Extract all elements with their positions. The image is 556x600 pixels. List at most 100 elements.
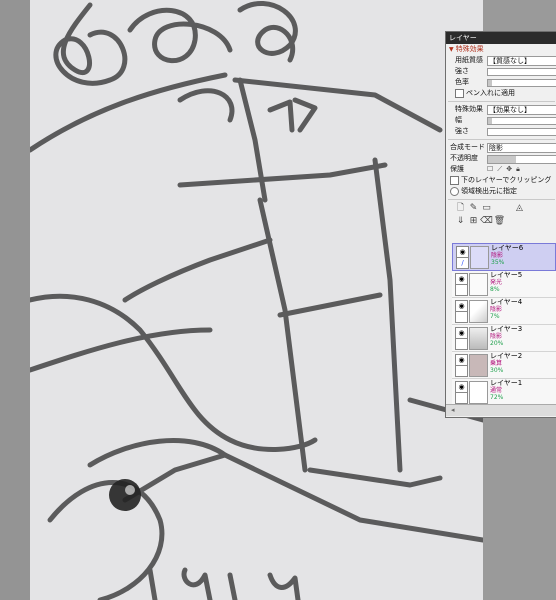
texture-strength-slider[interactable]	[487, 68, 556, 76]
layer-item[interactable]: ◉ レイヤー5 発光 8%	[452, 271, 556, 298]
layer-thumbnail	[469, 300, 488, 323]
clip-checkbox[interactable]	[450, 175, 459, 185]
source-radio[interactable]	[450, 186, 459, 196]
blend-mode-select[interactable]: 陰影	[487, 143, 556, 153]
effect-width-slider[interactable]	[487, 117, 556, 125]
source-option[interactable]: 領域検出元に指定	[450, 186, 517, 197]
effect-width-knob[interactable]	[488, 118, 492, 124]
layer-thumbnail	[469, 381, 488, 404]
paper-texture-row: 用紙質感 【質感なし】	[446, 55, 556, 66]
edit-slot-icon[interactable]	[455, 284, 468, 296]
pen-apply-label: ペン入れに適用	[466, 89, 515, 97]
texture-strength-row: 強さ	[446, 66, 556, 77]
effect-strength-slider[interactable]	[487, 128, 556, 136]
effect-strength-row: 強さ	[446, 126, 556, 137]
protect-row: 保護 ☐ ⟋ ✥ 🔒︎	[446, 164, 556, 175]
layer-item[interactable]: ◉ レイヤー2 乗算 30%	[452, 352, 556, 379]
opacity-slider[interactable]	[487, 155, 556, 164]
divider	[448, 101, 555, 102]
layer-opacity: 8%	[490, 286, 500, 293]
special-effects-title: 特殊効果	[455, 45, 484, 53]
layer-opacity: 72%	[490, 394, 504, 401]
edit-slot-icon[interactable]	[455, 365, 468, 377]
texture-strength-label: 強さ	[455, 67, 469, 75]
layer-item[interactable]: ◉ / レイヤー6 陰影 35%	[452, 243, 556, 271]
layer-name: レイヤー6	[491, 244, 524, 252]
protect-label: 保護	[450, 165, 464, 173]
new-folder-icon[interactable]: ▭	[480, 202, 493, 215]
effect-label: 特殊効果	[455, 105, 483, 113]
effect-row: 特殊効果 【効果なし】	[446, 104, 556, 115]
layer-mode: 陰影	[490, 306, 503, 313]
special-effects-header[interactable]: ▼ 特殊効果	[446, 44, 556, 55]
collapse-triangle-icon[interactable]: ▼	[449, 46, 454, 53]
sketch-artwork	[30, 1, 483, 600]
layer-thumbnail	[469, 354, 488, 377]
layer-mode: 発光	[490, 279, 503, 286]
edit-slot-icon[interactable]	[455, 338, 468, 350]
panel-title[interactable]: レイヤー	[446, 32, 556, 44]
clip-label: 下のレイヤーでクリッピング	[461, 176, 552, 184]
effect-strength-label: 強さ	[455, 127, 469, 135]
protect-move-icon[interactable]: ✥	[506, 164, 512, 175]
layer-item[interactable]: ◉ レイヤー3 陰影 20%	[452, 325, 556, 352]
pen-apply-row: ペン入れに適用	[446, 88, 556, 99]
color-rate-label: 色率	[455, 78, 469, 86]
pen-apply-checkbox[interactable]	[455, 88, 464, 98]
transfer-down-icon[interactable]: ⇓	[454, 215, 467, 228]
layer-opacity: 20%	[490, 340, 504, 347]
layer-opacity: 35%	[491, 259, 505, 266]
new-layer-icon[interactable]: 🗋︎	[454, 202, 467, 215]
protect-brush-icon[interactable]: ⟋	[497, 164, 502, 175]
color-rate-knob[interactable]	[488, 80, 492, 86]
clip-row: 下のレイヤーでクリッピング	[446, 175, 556, 186]
clear-layer-icon[interactable]: ⌫	[480, 215, 493, 228]
panel-scrollbar[interactable]: ◂	[446, 404, 556, 416]
effect-select[interactable]: 【効果なし】	[487, 105, 556, 115]
opacity-row: 不透明度	[446, 153, 556, 164]
clip-option[interactable]: 下のレイヤーでクリッピング	[450, 175, 551, 186]
layer-item[interactable]: ◉ レイヤー1 通常 72%	[452, 379, 556, 406]
color-rate-row: 色率	[446, 77, 556, 88]
edit-brush-icon[interactable]: /	[456, 257, 469, 269]
pen-apply-option[interactable]: ペン入れに適用	[455, 88, 515, 99]
protect-lock-icon[interactable]: 🔒︎	[516, 164, 520, 175]
layer-mode: 陰影	[491, 252, 504, 259]
effect-width-label: 幅	[455, 116, 462, 124]
new-vector-layer-icon[interactable]: ✎	[467, 202, 480, 215]
scroll-left-icon[interactable]: ◂	[451, 405, 455, 416]
layer-opacity: 30%	[490, 367, 504, 374]
layer-mode: 通常	[490, 387, 503, 394]
layer-list: ◉ / レイヤー6 陰影 35% ◉ レイヤー5 発光 8% ◉ レイヤー4 陰…	[452, 243, 556, 406]
source-label: 領域検出元に指定	[461, 187, 517, 195]
layer-opacity: 7%	[490, 313, 500, 320]
layer-item[interactable]: ◉ レイヤー4 陰影 7%	[452, 298, 556, 325]
blend-mode-label: 合成モード	[450, 143, 485, 151]
layer-mode: 陰影	[490, 333, 503, 340]
layer-name: レイヤー2	[490, 352, 523, 360]
divider	[448, 139, 555, 140]
edit-slot-icon[interactable]	[455, 392, 468, 404]
canvas-margin-left	[0, 0, 30, 600]
merge-down-icon[interactable]: ⊞	[467, 215, 480, 228]
layer-thumbnail	[469, 273, 488, 296]
source-row: 領域検出元に指定	[446, 186, 556, 197]
layer-thumbnail	[469, 327, 488, 350]
fill-layer-icon[interactable]: ◬	[513, 202, 526, 215]
opacity-fill	[488, 156, 516, 163]
effect-width-row: 幅	[446, 115, 556, 126]
protect-icons: ☐ ⟋ ✥ 🔒︎	[487, 164, 524, 175]
divider	[448, 199, 555, 200]
blend-mode-row: 合成モード 陰影	[446, 142, 556, 153]
layer-name: レイヤー4	[490, 298, 523, 306]
protect-transparency-icon[interactable]: ☐	[487, 164, 493, 175]
drawing-canvas[interactable]	[30, 0, 483, 600]
color-rate-slider[interactable]	[487, 79, 556, 87]
layer-toolbar-1: 🗋︎ ✎ ▭ ◬	[446, 202, 556, 215]
paper-texture-select[interactable]: 【質感なし】	[487, 56, 556, 66]
layer-name: レイヤー5	[490, 271, 523, 279]
delete-layer-icon[interactable]: 🗑︎	[493, 215, 506, 228]
layer-toolbar-2: ⇓ ⊞ ⌫🗑︎	[446, 215, 556, 228]
layer-name: レイヤー3	[490, 325, 523, 333]
edit-slot-icon[interactable]	[455, 311, 468, 323]
